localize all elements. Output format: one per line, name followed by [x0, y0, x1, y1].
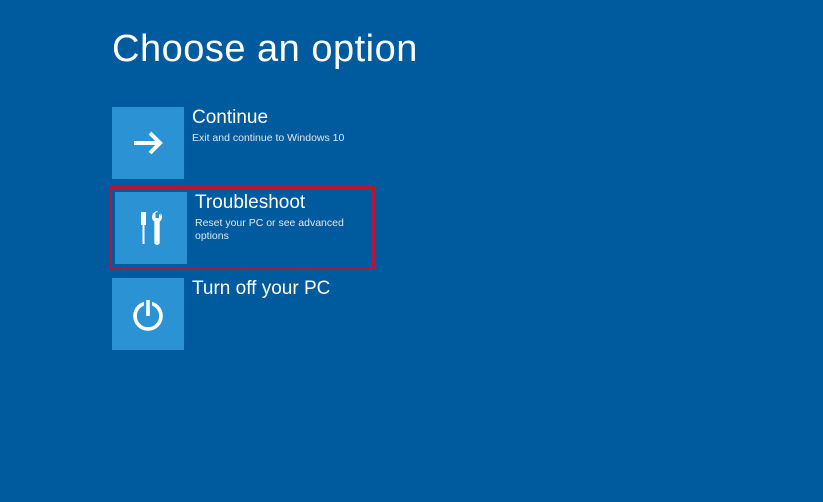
- tools-icon: [115, 192, 187, 264]
- turnoff-text: Turn off your PC: [184, 278, 330, 303]
- troubleshoot-title: Troubleshoot: [195, 192, 369, 215]
- page-title: Choose an option: [112, 28, 823, 71]
- continue-subtitle: Exit and continue to Windows 10: [192, 132, 344, 146]
- arrow-right-icon: [112, 107, 184, 179]
- turnoff-tile[interactable]: Turn off your PC: [112, 278, 372, 350]
- continue-title: Continue: [192, 107, 344, 130]
- troubleshoot-text: Troubleshoot Reset your PC or see advanc…: [187, 192, 369, 244]
- turnoff-title: Turn off your PC: [192, 278, 330, 301]
- power-icon: [112, 278, 184, 350]
- continue-text: Continue Exit and continue to Windows 10: [184, 107, 344, 145]
- recovery-options-screen: Choose an option Continue Exit and conti…: [0, 0, 823, 350]
- continue-tile[interactable]: Continue Exit and continue to Windows 10: [112, 107, 372, 179]
- troubleshoot-subtitle: Reset your PC or see advanced options: [195, 217, 369, 244]
- troubleshoot-tile[interactable]: Troubleshoot Reset your PC or see advanc…: [109, 186, 375, 270]
